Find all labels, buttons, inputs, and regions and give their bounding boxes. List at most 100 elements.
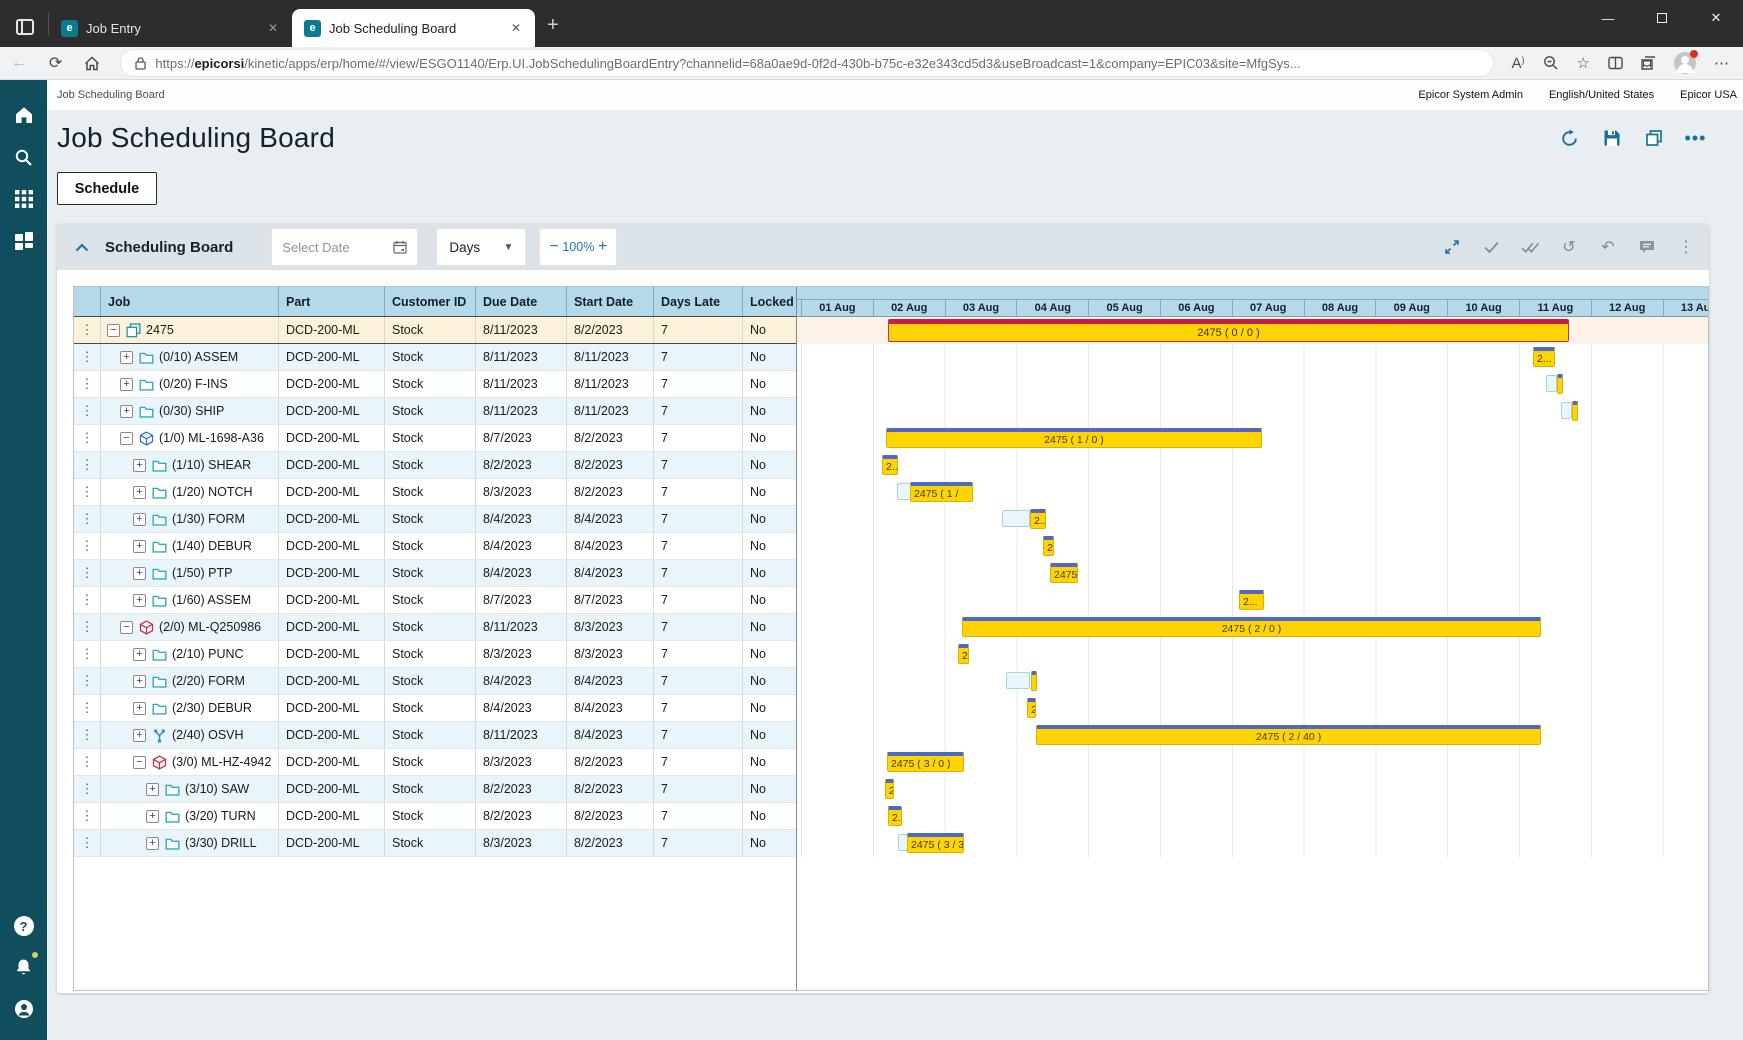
gantt-bar[interactable]: 2...: [1030, 509, 1046, 529]
interval-select[interactable]: Days ▼: [436, 228, 526, 266]
table-row[interactable]: ⋮−(3/0) ML-HZ-4942DCD-200-MLStock8/3/202…: [74, 749, 796, 776]
gantt-slack-box[interactable]: [1546, 375, 1557, 392]
table-row[interactable]: ⋮+(1/40) DEBURDCD-200-MLStock8/4/20238/4…: [74, 533, 796, 560]
page-menu-icon[interactable]: •••: [1686, 129, 1705, 148]
expand-toggle[interactable]: +: [133, 729, 146, 742]
row-menu-button[interactable]: ⋮: [74, 776, 101, 802]
collapse-toggle[interactable]: −: [107, 324, 120, 337]
table-row[interactable]: ⋮+(1/10) SHEARDCD-200-MLStock8/2/20238/2…: [74, 452, 796, 479]
expand-toggle[interactable]: +: [133, 567, 146, 580]
collapse-toggle[interactable]: −: [133, 756, 146, 769]
expand-toggle[interactable]: +: [133, 675, 146, 688]
expand-toggle[interactable]: +: [133, 459, 146, 472]
table-row[interactable]: ⋮+(2/40) OSVHDCD-200-MLStock8/11/20238/4…: [74, 722, 796, 749]
browser-profile-avatar[interactable]: [1674, 52, 1696, 74]
close-tab-icon[interactable]: ✕: [507, 19, 525, 37]
refresh-icon[interactable]: ⟳: [49, 53, 62, 73]
collections-icon[interactable]: [1641, 56, 1656, 70]
expand-toggle[interactable]: +: [133, 513, 146, 526]
table-row[interactable]: ⋮−(1/0) ML-1698-A36DCD-200-MLStock8/7/20…: [74, 425, 796, 452]
zoom-out-button[interactable]: −: [549, 238, 558, 256]
expand-toggle[interactable]: +: [133, 486, 146, 499]
row-menu-button[interactable]: ⋮: [74, 533, 101, 559]
row-menu-button[interactable]: ⋮: [74, 722, 101, 748]
gantt-bar[interactable]: [1031, 671, 1037, 691]
row-menu-button[interactable]: ⋮: [74, 371, 101, 397]
collapse-toggle[interactable]: −: [120, 621, 133, 634]
split-screen-icon[interactable]: [1608, 56, 1623, 70]
row-menu-button[interactable]: ⋮: [74, 749, 101, 775]
gantt-bar[interactable]: 2.: [888, 806, 902, 826]
read-aloud-icon[interactable]: A): [1512, 55, 1525, 72]
expand-icon[interactable]: [1443, 238, 1461, 256]
row-menu-button[interactable]: ⋮: [74, 479, 101, 505]
undo-icon[interactable]: ↺: [1560, 238, 1578, 256]
accept-all-icon[interactable]: [1521, 238, 1539, 256]
current-user[interactable]: Epicor System Admin: [1418, 89, 1523, 101]
gantt-bar[interactable]: 2: [885, 779, 894, 799]
overflow-windows-icon[interactable]: [1644, 129, 1663, 148]
expand-toggle[interactable]: +: [146, 783, 159, 796]
gantt-slack-box[interactable]: [897, 483, 911, 500]
browser-tab-job-entry[interactable]: e Job Entry ✕: [49, 9, 292, 47]
gantt-bar[interactable]: 2475 ( 0 / 0 ): [888, 319, 1569, 342]
row-menu-button[interactable]: ⋮: [74, 668, 101, 694]
gantt-bar[interactable]: 2475: [1050, 563, 1078, 583]
row-menu-button[interactable]: ⋮: [74, 830, 101, 856]
panel-menu-icon[interactable]: ⋮: [1677, 238, 1695, 256]
home-nav-icon[interactable]: [13, 104, 35, 126]
browser-menu-icon[interactable]: ⋯: [1714, 54, 1729, 72]
column-header-due[interactable]: Due Date: [476, 287, 567, 316]
row-menu-button[interactable]: ⋮: [74, 452, 101, 478]
collapse-toggle[interactable]: −: [120, 432, 133, 445]
gantt-bar[interactable]: 2475 ( 1 /: [910, 482, 973, 502]
zoom-out-icon[interactable]: [1543, 55, 1559, 71]
table-row[interactable]: ⋮+(1/50) PTPDCD-200-MLStock8/4/20238/4/2…: [74, 560, 796, 587]
expand-toggle[interactable]: +: [133, 540, 146, 553]
schedule-button[interactable]: Schedule: [57, 172, 157, 205]
row-menu-button[interactable]: ⋮: [74, 398, 101, 424]
expand-toggle[interactable]: +: [120, 378, 133, 391]
gantt-bar[interactable]: 2475 ( 2 / 0 ): [962, 617, 1541, 637]
save-icon[interactable]: [1602, 129, 1621, 148]
undo-all-icon[interactable]: ↶: [1599, 238, 1617, 256]
column-header-start[interactable]: Start Date: [567, 287, 654, 316]
row-menu-button[interactable]: ⋮: [74, 695, 101, 721]
expand-toggle[interactable]: +: [146, 837, 159, 850]
table-row[interactable]: ⋮+(0/30) SHIPDCD-200-MLStock8/11/20238/1…: [74, 398, 796, 425]
expand-toggle[interactable]: +: [133, 702, 146, 715]
row-menu-button[interactable]: ⋮: [74, 641, 101, 667]
table-row[interactable]: ⋮+(1/20) NOTCHDCD-200-MLStock8/3/20238/2…: [74, 479, 796, 506]
row-menu-button[interactable]: ⋮: [74, 803, 101, 829]
gantt-bar[interactable]: 2475 ( 1 / 0 ): [886, 428, 1262, 448]
notifications-bell-icon[interactable]: [13, 956, 35, 978]
row-menu-button[interactable]: ⋮: [74, 425, 101, 451]
close-window-button[interactable]: ✕: [1689, 0, 1743, 36]
current-company[interactable]: Epicor USA: [1680, 89, 1737, 101]
close-tab-icon[interactable]: ✕: [264, 19, 282, 37]
current-locale[interactable]: English/United States: [1549, 89, 1654, 101]
row-menu-button[interactable]: ⋮: [74, 587, 101, 613]
gantt-slack-box[interactable]: [1002, 510, 1030, 527]
column-header-locked[interactable]: Locked: [743, 287, 796, 316]
search-nav-icon[interactable]: [13, 146, 35, 168]
help-icon[interactable]: ?: [14, 916, 34, 936]
new-tab-button[interactable]: +: [535, 14, 573, 47]
column-header-customer[interactable]: Customer ID: [385, 287, 476, 316]
table-row[interactable]: ⋮+(0/10) ASSEMDCD-200-MLStock8/11/20238/…: [74, 344, 796, 371]
page-refresh-icon[interactable]: [1560, 129, 1579, 148]
gantt-bar[interactable]: 2...: [882, 455, 898, 475]
column-header-days-late[interactable]: Days Late: [654, 287, 743, 316]
accept-icon[interactable]: [1482, 238, 1500, 256]
table-row[interactable]: ⋮+(2/30) DEBURDCD-200-MLStock8/4/20238/4…: [74, 695, 796, 722]
collapse-panel-icon[interactable]: [75, 243, 89, 252]
row-menu-button[interactable]: ⋮: [74, 614, 101, 640]
gantt-bar[interactable]: [1572, 401, 1578, 421]
expand-toggle[interactable]: +: [133, 648, 146, 661]
column-header-part[interactable]: Part: [279, 287, 385, 316]
table-row[interactable]: ⋮+(0/20) F-INSDCD-200-MLStock8/11/20238/…: [74, 371, 796, 398]
gantt-bar[interactable]: 2475 ( 3 / 30: [907, 833, 964, 853]
expand-toggle[interactable]: +: [146, 810, 159, 823]
gantt-bar[interactable]: 2: [1043, 536, 1054, 556]
back-icon[interactable]: ←: [11, 54, 27, 72]
